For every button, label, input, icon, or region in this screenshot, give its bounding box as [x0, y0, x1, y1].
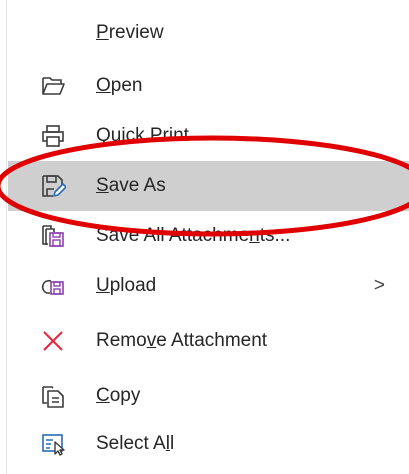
menu-item-label: Remove Attachment	[96, 330, 268, 351]
copy-icon	[40, 383, 66, 409]
remove-x-icon	[40, 328, 66, 354]
menu-item-label: Save All Attachments...	[96, 225, 291, 246]
printer-icon	[40, 123, 66, 149]
menu-item-upload[interactable]: Upload >	[8, 261, 409, 311]
menu-item-copy[interactable]: Copy	[8, 371, 409, 421]
menu-item-save-as[interactable]: Save As	[8, 161, 409, 211]
menu-item-quick-print[interactable]: Quick Print	[8, 111, 409, 161]
folder-open-icon	[40, 73, 66, 99]
menu-item-label: Select All	[96, 433, 175, 454]
menu-item-label: Save As	[96, 175, 166, 196]
menu-item-label: Preview	[96, 22, 164, 43]
attachment-context-menu: Preview Open Quick Print Save As Save Al…	[0, 0, 409, 474]
menu-border	[6, 0, 7, 474]
menu-item-label: Copy	[96, 385, 141, 406]
save-all-attachments-icon	[40, 223, 66, 249]
submenu-chevron-right-icon: >	[373, 275, 385, 296]
menu-item-select-all[interactable]: Select All	[8, 419, 409, 469]
menu-item-remove-attachment[interactable]: Remove Attachment	[8, 316, 409, 366]
menu-item-label: Open	[96, 75, 143, 96]
menu-item-save-all-attachments[interactable]: Save All Attachments...	[8, 211, 409, 261]
save-as-icon	[40, 173, 66, 199]
select-all-icon	[40, 431, 66, 457]
menu-item-open[interactable]: Open	[8, 61, 409, 111]
upload-icon	[40, 273, 66, 299]
menu-item-label: Upload	[96, 275, 157, 296]
menu-item-preview[interactable]: Preview	[8, 8, 409, 58]
menu-item-label: Quick Print	[96, 125, 189, 146]
